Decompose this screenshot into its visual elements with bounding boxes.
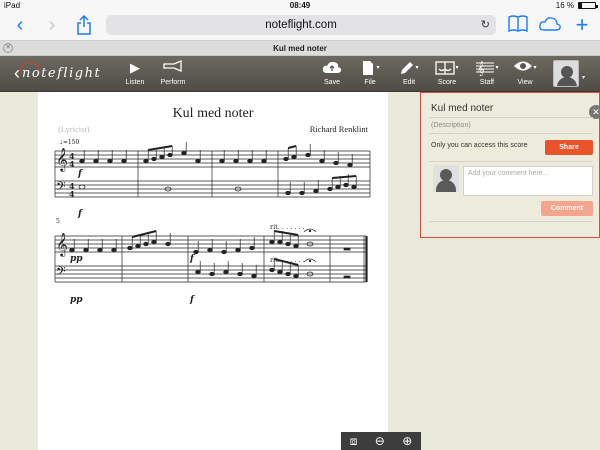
svg-text:𝄢: 𝄢 [56,264,66,282]
file-label: File [364,79,376,86]
caret-down-icon: ▾ [376,65,380,71]
access-text: Only you can access this score [431,142,528,149]
score-info-panel: Kul med noter ✕ (Description) Only you c… [420,92,600,238]
zoom-controls: ⧈ ⊖ ⊕ [341,432,421,450]
staff-menu-button[interactable]: 𝄞 ▾ Staff [467,60,507,86]
svg-text:𝄞: 𝄞 [477,62,485,76]
status-bar: iPad 08:49 16 % [0,0,600,12]
listen-button[interactable]: ▶ Listen [115,60,155,86]
svg-text:𝄢: 𝄢 [56,179,66,197]
zoom-out-icon[interactable]: ⊖ [375,434,385,448]
tempo-marking[interactable]: ♩=150 [60,139,79,146]
noteflight-toolbar: ‹ noteflight ▶ Listen Perform Save ▾ Fil… [0,56,600,92]
horn-icon [153,60,193,76]
panel-score-title[interactable]: Kul med noter [431,103,493,114]
dynamic-marking[interactable]: f [77,209,84,219]
score-menu-button[interactable]: ▾ Score [427,60,467,86]
chevron-left-icon[interactable]: ‹ [10,15,30,36]
caret-down-icon: ▾ [455,65,459,71]
avatar-body [557,77,577,86]
pencil-icon: ▾ [389,60,429,76]
rit-marking[interactable]: rit. . . . . . . [270,223,305,231]
score-page[interactable]: Kul med noter (Lyricist) Richard Renklin… [38,92,388,450]
file-icon: ▾ [350,60,390,76]
svg-text:4: 4 [69,189,75,199]
perform-button[interactable]: Perform [153,60,193,86]
play-icon: ▶ [130,60,140,75]
caret-down-icon[interactable]: ▾ [582,74,585,81]
tab-title[interactable]: Kul med noter [0,44,600,53]
share-icon[interactable] [74,14,94,35]
zoom-fit-icon[interactable]: ⧈ [350,434,358,449]
divider [429,161,593,162]
bookmarks-icon[interactable] [508,15,528,35]
avatar-body [436,180,456,192]
comment-input[interactable]: Add your comment here... [463,166,593,196]
file-menu-button[interactable]: ▾ File [350,60,390,86]
logo-arc-icon [20,62,40,72]
rit-marking[interactable]: rit. . . . . . . [270,256,305,264]
caret-down-icon: ▾ [415,65,419,71]
dynamic-marking[interactable]: pp [70,254,83,264]
comment-button[interactable]: Comment [541,201,593,216]
save-label: Save [324,79,340,86]
battery-fill [579,3,582,8]
eye-icon: ▾ [505,60,545,76]
save-button[interactable]: Save [312,60,352,86]
score-notation[interactable]: 𝄞 𝄢 𝄞 𝄢 44 44 ♩=150 5 f f pp f pp f rit.… [38,92,388,450]
view-menu-button[interactable]: ▾ View [505,60,545,86]
svg-text:𝄞: 𝄞 [56,232,68,257]
staff-label: Staff [479,79,495,86]
dynamic-marking[interactable]: pp [70,295,83,305]
zoom-in-icon[interactable]: ⊕ [402,434,412,448]
battery-icon [578,2,598,9]
clock: 08:49 [289,1,311,10]
divider [429,133,593,134]
dynamic-marking[interactable]: f [189,295,196,305]
score-label: Score [437,79,457,86]
dynamic-marking[interactable]: f [189,254,196,264]
user-avatar-button[interactable] [553,60,579,87]
noteflight-logo[interactable]: ‹ noteflight [14,62,101,82]
measure-number: 5 [56,218,60,225]
edit-label: Edit [402,79,416,86]
avatar [433,165,459,192]
new-tab-icon[interactable]: + [572,14,592,36]
dynamic-marking[interactable]: f [77,169,84,179]
svg-text:𝄞: 𝄞 [56,147,68,172]
divider [429,117,593,118]
staff-icon: 𝄞 ▾ [467,60,507,77]
back-arrow-icon[interactable]: ‹ [14,64,20,82]
divider [429,221,593,222]
caret-down-icon: ▾ [495,65,499,71]
description-field[interactable]: (Description) [431,122,471,129]
cloud-upload-icon [312,60,352,76]
view-label: View [517,79,533,86]
listen-label: Listen [125,79,145,86]
score-icon: ▾ [427,60,467,76]
share-button[interactable]: Share [545,140,593,155]
tab-bar: ✕ Kul med noter [0,40,600,56]
cloud-tabs-icon[interactable] [538,15,562,35]
browser-toolbar: ‹ › noteflight.com ↻ + [0,12,600,40]
address-bar[interactable]: noteflight.com ↻ [106,15,496,35]
svg-text:4: 4 [69,159,75,169]
battery-percent: 16 % [555,1,574,10]
chevron-right-icon[interactable]: › [42,15,62,36]
battery-indicator: 16 % [555,1,598,10]
reload-icon[interactable]: ↻ [481,15,490,35]
caret-down-icon: ▾ [533,65,537,71]
url-text: noteflight.com [265,19,337,31]
edit-menu-button[interactable]: ▾ Edit [389,60,429,86]
perform-label: Perform [160,79,186,86]
